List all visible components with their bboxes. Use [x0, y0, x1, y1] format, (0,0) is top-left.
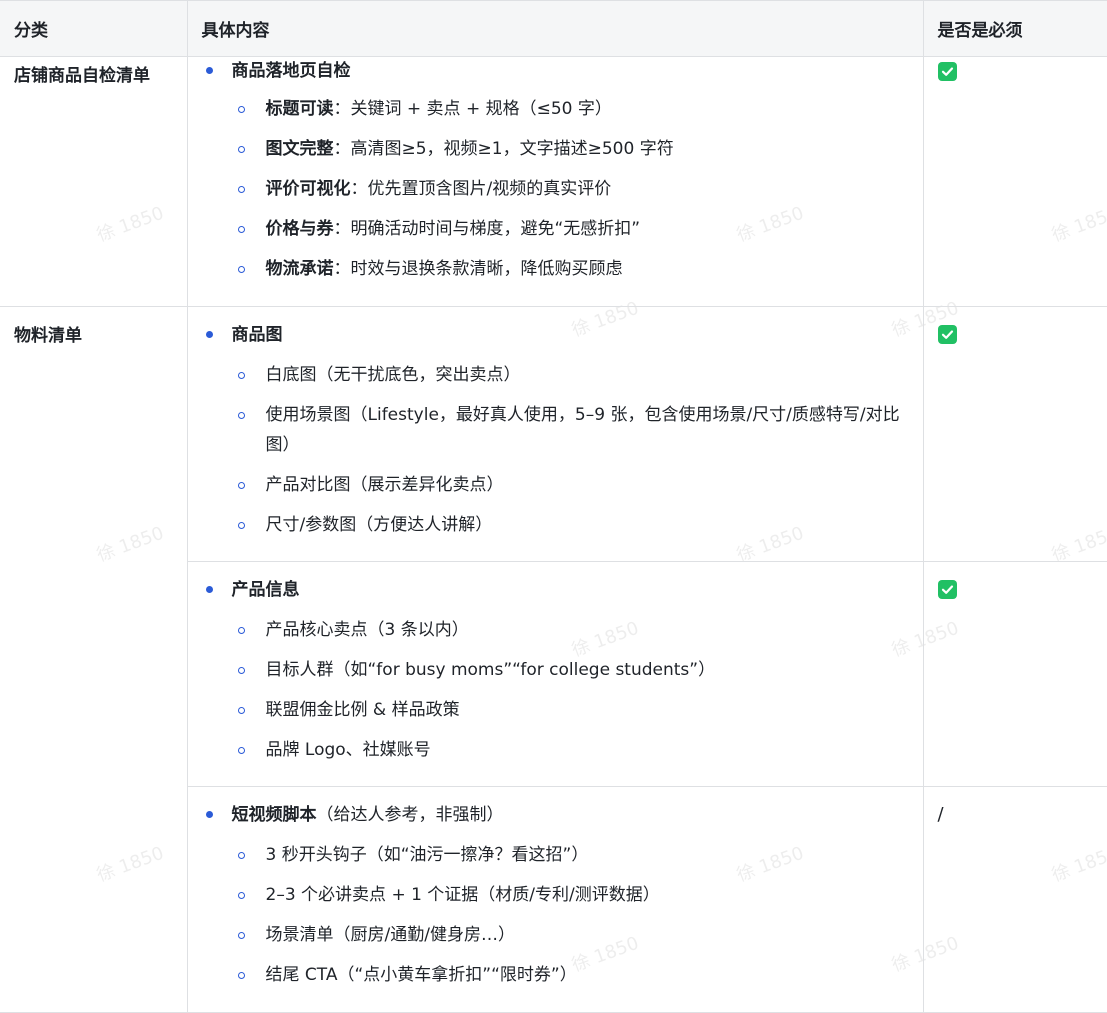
list-item: 产品核心卖点（3 条以内）: [232, 615, 913, 645]
required-cell: [922, 561, 1107, 787]
circle-bullet-icon: [237, 482, 245, 489]
required-cell: /: [922, 786, 1107, 1013]
circle-bullet-icon: [237, 266, 245, 273]
list-item: 价格与券：明确活动时间与梯度，避免“无感折扣”: [232, 214, 913, 244]
list-item: 结尾 CTA（“点小黄车拿折扣”“限时券”）: [232, 960, 913, 990]
check-square-icon: [937, 62, 957, 81]
list-item: 场景清单（厨房/通勤/健身房…）: [232, 920, 913, 950]
list-item: 品牌 Logo、社媒账号: [232, 735, 913, 765]
circle-bullet-icon: [237, 972, 245, 979]
circle-bullet-icon: [237, 372, 245, 379]
bullet-icon: [205, 67, 213, 74]
circle-bullet-icon: [237, 106, 245, 113]
content-cell: 产品信息 产品核心卖点（3 条以内） 目标人群（如“for busy moms”…: [187, 561, 924, 787]
circle-bullet-icon: [237, 747, 245, 754]
circle-bullet-icon: [237, 522, 245, 529]
required-cell: [922, 56, 1107, 307]
section-note: （给达人参考，非强制）: [316, 805, 504, 825]
required-value: /: [937, 804, 944, 825]
section-title: 商品图: [231, 325, 283, 345]
column-header-required: 是否是必须: [922, 0, 1107, 57]
list-item: 产品对比图（展示差异化卖点）: [232, 470, 913, 500]
section-title: 商品落地页自检: [231, 61, 351, 81]
column-header-content: 具体内容: [186, 0, 924, 57]
list-item: 商品图 白底图（无干扰底色，突出卖点） 使用场景图（Lifestyle，最好真人…: [202, 320, 913, 540]
circle-bullet-icon: [237, 892, 245, 899]
checklist-table: 分类 具体内容 是否是必须 店铺商品自检清单 商品落地页自检 标题可读：关键词 …: [0, 0, 1107, 1013]
list-item: 3 秒开头钩子（如“油污一擦净？看这招”）: [232, 840, 913, 870]
circle-bullet-icon: [237, 627, 245, 634]
circle-bullet-icon: [237, 226, 245, 233]
bullet-icon: [205, 331, 213, 338]
list-item: 2–3 个必讲卖点 + 1 个证据（材质/专利/测评数据）: [232, 880, 913, 910]
list-item: 短视频脚本（给达人参考，非强制） 3 秒开头钩子（如“油污一擦净？看这招”） 2…: [202, 800, 913, 990]
circle-bullet-icon: [237, 932, 245, 939]
circle-bullet-icon: [237, 186, 245, 193]
bullet-icon: [205, 811, 213, 818]
list-item: 产品信息 产品核心卖点（3 条以内） 目标人群（如“for busy moms”…: [202, 575, 913, 765]
list-item: 评价可视化：优先置顶含图片/视频的真实评价: [232, 174, 913, 204]
circle-bullet-icon: [237, 707, 245, 714]
list-item: 商品落地页自检 标题可读：关键词 + 卖点 + 规格（≤50 字） 图文完整：高…: [202, 56, 913, 284]
required-cell: [922, 306, 1107, 562]
section-title: 产品信息: [231, 580, 300, 600]
table-header-row: 分类 具体内容 是否是必须: [0, 0, 1107, 57]
content-cell: 商品图 白底图（无干扰底色，突出卖点） 使用场景图（Lifestyle，最好真人…: [186, 306, 924, 562]
check-square-icon: [937, 325, 957, 344]
category-cell: 物料清单: [0, 306, 188, 1013]
list-item: 目标人群（如“for busy moms”“for college studen…: [232, 655, 913, 685]
category-cell: 店铺商品自检清单: [0, 56, 188, 307]
content-cell: 短视频脚本（给达人参考，非强制） 3 秒开头钩子（如“油污一擦净？看这招”） 2…: [187, 786, 924, 1013]
table-row: 店铺商品自检清单 商品落地页自检 标题可读：关键词 + 卖点 + 规格（≤50 …: [0, 56, 1107, 307]
circle-bullet-icon: [237, 412, 245, 419]
list-item: 尺寸/参数图（方便达人讲解）: [232, 510, 913, 540]
section-title: 短视频脚本: [231, 805, 317, 825]
list-item: 白底图（无干扰底色，突出卖点）: [232, 360, 913, 390]
circle-bullet-icon: [237, 852, 245, 859]
table-row: 物料清单 商品图 白底图（无干扰底色，突出卖点） 使用场景图（Lifestyle…: [0, 306, 1107, 1013]
list-item: 使用场景图（Lifestyle，最好真人使用，5–9 张，包含使用场景/尺寸/质…: [232, 400, 913, 460]
list-item: 物流承诺：时效与退换条款清晰，降低购买顾虑: [232, 254, 913, 284]
content-cell: 商品落地页自检 标题可读：关键词 + 卖点 + 规格（≤50 字） 图文完整：高…: [186, 56, 924, 307]
list-item: 标题可读：关键词 + 卖点 + 规格（≤50 字）: [232, 94, 913, 124]
circle-bullet-icon: [237, 146, 245, 153]
column-header-category: 分类: [0, 0, 188, 57]
check-square-icon: [937, 580, 957, 599]
list-item: 图文完整：高清图≥5，视频≥1，文字描述≥500 字符: [232, 134, 913, 164]
list-item: 联盟佣金比例 & 样品政策: [232, 695, 913, 725]
bullet-icon: [205, 586, 213, 593]
circle-bullet-icon: [237, 667, 245, 674]
